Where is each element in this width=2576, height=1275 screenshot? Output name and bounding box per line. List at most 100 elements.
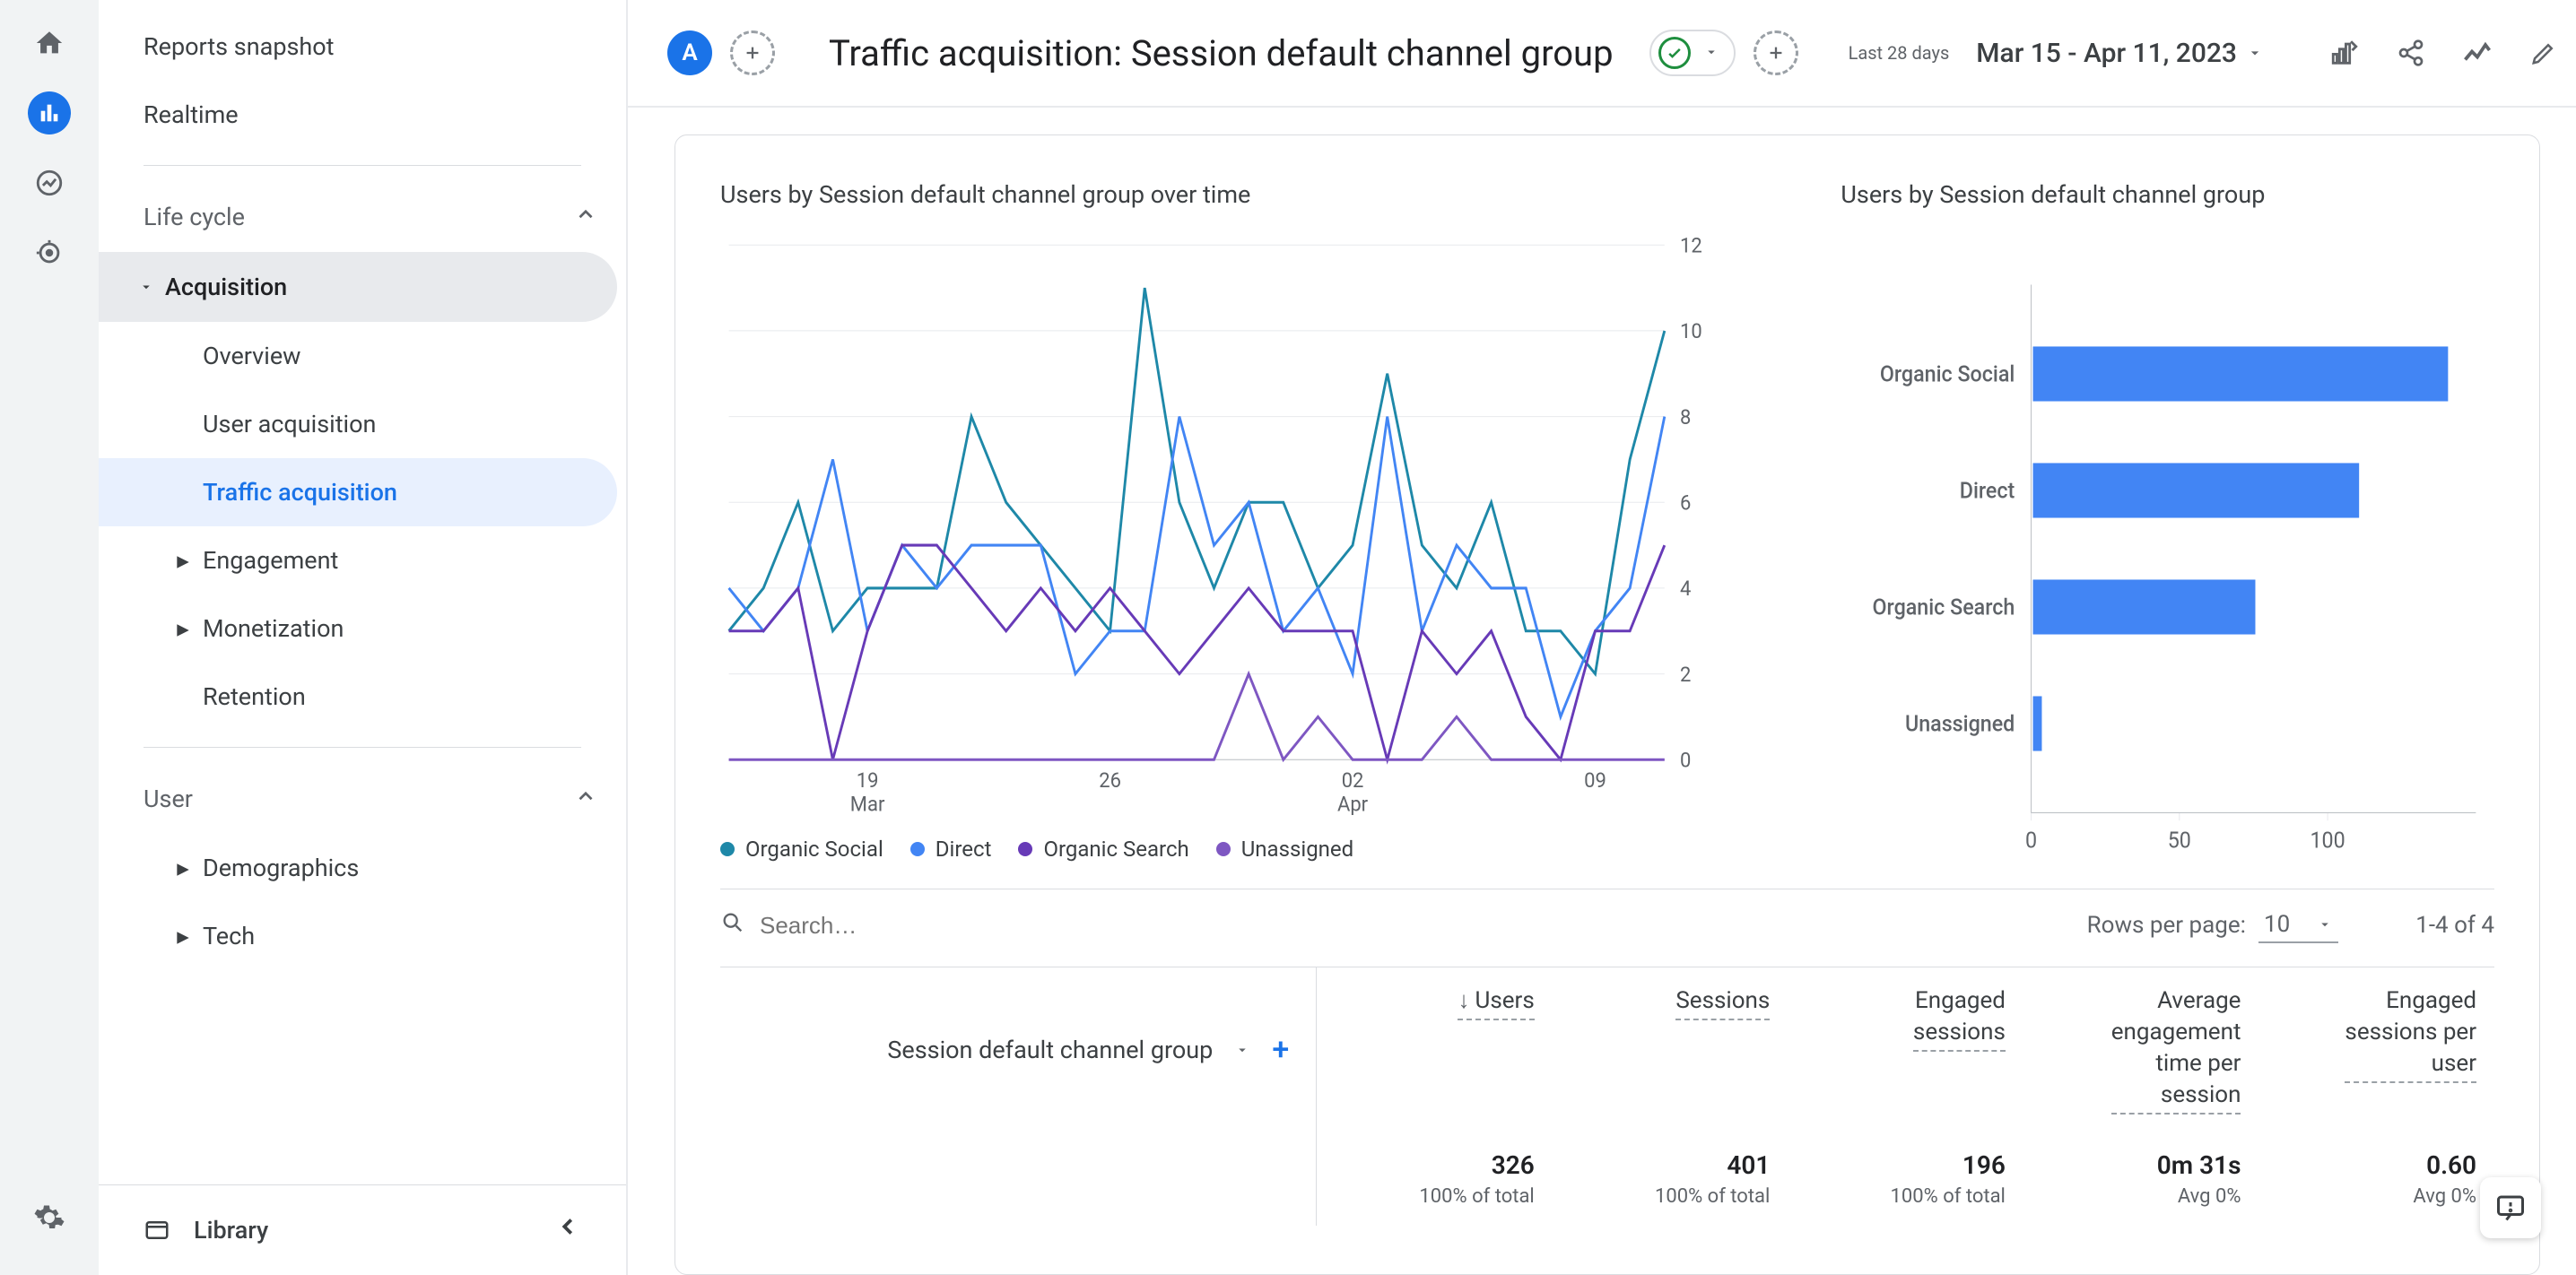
total-avg-engagement: 0m 31s (2157, 1150, 2241, 1180)
main: A Traffic acquisition: Session default c… (628, 0, 2576, 1275)
chevron-down-icon (2317, 916, 2333, 932)
svg-text:12: 12 (1680, 236, 1702, 258)
legend-organic-search[interactable]: Organic Search (1018, 837, 1188, 862)
add-filter-button[interactable] (1754, 30, 1798, 75)
line-chart[interactable]: 02468101219Mar2602Apr09 (720, 236, 1733, 824)
date-range-picker[interactable]: Mar 15 - Apr 11, 2023 (1976, 38, 2264, 69)
sidebar-group-life-cycle[interactable]: Life cycle (99, 182, 626, 252)
svg-text:Mar: Mar (850, 792, 885, 817)
dimension-column-header[interactable]: Session default channel group + (720, 967, 1317, 1132)
sidebar-item-traffic-acquisition[interactable]: Traffic acquisition (99, 458, 617, 526)
sidebar-item-label: Engagement (203, 546, 338, 575)
column-header-avg-engagement[interactable]: Averageengagementtime persession (2023, 967, 2259, 1132)
status-pill[interactable] (1649, 30, 1736, 76)
report-card: Users by Session default channel group o… (674, 134, 2540, 1275)
search-icon[interactable] (720, 910, 745, 941)
table-search-input[interactable] (760, 912, 2073, 940)
sidebar-item-retention[interactable]: Retention (99, 663, 617, 731)
sidebar-item-user-acquisition[interactable]: User acquisition (99, 390, 617, 458)
chevron-right-icon: ▸ (174, 854, 192, 882)
add-comparison-button[interactable] (730, 30, 775, 75)
sidebar-item-reports-snapshot[interactable]: Reports snapshot (99, 13, 626, 81)
legend-organic-social[interactable]: Organic Social (720, 837, 883, 862)
column-header-engaged-sessions[interactable]: Engagedsessions (1788, 967, 2023, 1132)
sidebar-item-library[interactable]: Library (144, 1216, 268, 1245)
svg-text:50: 50 (2168, 828, 2191, 854)
total-engaged-per-user: 0.60 (2426, 1150, 2476, 1180)
svg-text:6: 6 (1680, 490, 1691, 516)
add-dimension-icon[interactable]: + (1272, 1032, 1289, 1068)
chevron-right-icon: ▸ (174, 546, 192, 575)
edit-icon[interactable] (2526, 35, 2562, 71)
sidebar-item-demographics[interactable]: ▸ Demographics (99, 834, 617, 902)
rows-per-page-label: Rows per page: (2087, 912, 2246, 939)
date-preset-label: Last 28 days (1849, 42, 1950, 64)
sidebar-item-overview[interactable]: Overview (99, 322, 617, 390)
legend-unassigned[interactable]: Unassigned (1216, 837, 1353, 862)
total-engaged: 196 (1962, 1150, 2006, 1180)
svg-text:100: 100 (2311, 828, 2345, 854)
svg-text:26: 26 (1099, 768, 1121, 793)
svg-text:4: 4 (1680, 576, 1692, 601)
column-header-engaged-per-user[interactable]: Engagedsessions peruser (2258, 967, 2494, 1132)
sidebar-item-label: Demographics (203, 854, 359, 882)
svg-text:19: 19 (857, 768, 879, 793)
sidebar-item-acquisition[interactable]: Acquisition (99, 252, 617, 322)
legend-direct[interactable]: Direct (910, 837, 992, 862)
sidebar-item-monetization[interactable]: ▸ Monetization (99, 594, 617, 663)
sidebar-group-user[interactable]: User (99, 764, 626, 834)
table-header-row: Session default channel group + ↓Users S… (720, 967, 2494, 1132)
total-sessions: 401 (1727, 1150, 1770, 1180)
column-header-sessions[interactable]: Sessions (1553, 967, 1788, 1132)
svg-text:Unassigned: Unassigned (1905, 711, 2015, 737)
sort-desc-icon: ↓ (1458, 987, 1469, 1014)
chevron-down-icon (2246, 44, 2264, 62)
chevron-right-icon: ▸ (174, 614, 192, 643)
pagination-range: 1-4 of 4 (2415, 912, 2494, 939)
sidebar-item-label: Retention (203, 682, 306, 711)
sidebar-item-engagement[interactable]: ▸ Engagement (99, 526, 617, 594)
line-chart-legend: Organic Social Direct Organic Search Una… (720, 837, 1733, 862)
svg-text:0: 0 (2025, 828, 2037, 854)
page-title: Traffic acquisition: Session default cha… (829, 32, 1614, 74)
svg-text:Direct: Direct (1960, 478, 2015, 504)
feedback-button[interactable] (2480, 1177, 2541, 1238)
svg-text:0: 0 (1680, 748, 1691, 773)
rows-per-page-select[interactable]: 10 (2258, 907, 2338, 943)
date-range-text: Mar 15 - Apr 11, 2023 (1976, 38, 2237, 69)
sidebar-item-label: Library (194, 1216, 268, 1245)
sidebar-footer: Library (99, 1184, 626, 1275)
share-icon[interactable] (2393, 35, 2429, 71)
sidebar-item-label: Monetization (203, 614, 344, 643)
chevron-right-icon: ▸ (174, 922, 192, 950)
sidebar-item-tech[interactable]: ▸ Tech (99, 902, 617, 970)
check-icon (1658, 37, 1691, 69)
bar-chart[interactable]: 050100Organic SocialDirectOrganic Search… (1841, 236, 2494, 862)
gear-icon[interactable] (28, 1196, 71, 1239)
sidebar-item-realtime[interactable]: Realtime (99, 81, 626, 149)
chevron-down-icon (1703, 39, 1719, 66)
svg-text:10: 10 (1680, 318, 1702, 343)
chevron-down-icon (1234, 1042, 1250, 1058)
sidebar-item-label: Acquisition (165, 273, 588, 301)
column-header-users[interactable]: ↓Users (1317, 967, 1553, 1132)
customize-report-icon[interactable] (2327, 35, 2363, 71)
total-users: 326 (1492, 1150, 1535, 1180)
collapse-sidebar-icon[interactable] (554, 1212, 581, 1248)
chevron-up-icon (574, 785, 597, 814)
chevron-down-icon (138, 273, 154, 301)
svg-text:8: 8 (1680, 404, 1691, 429)
explore-icon[interactable] (28, 161, 71, 204)
line-chart-title: Users by Session default channel group o… (720, 180, 1733, 209)
svg-text:2: 2 (1680, 662, 1691, 687)
home-icon[interactable] (28, 22, 71, 65)
topbar: A Traffic acquisition: Session default c… (628, 0, 2576, 108)
sidebar-group-label: Life cycle (144, 203, 245, 231)
insights-icon[interactable] (2459, 35, 2495, 71)
sidebar: Reports snapshot Realtime Life cycle Acq… (99, 0, 628, 1275)
reports-icon[interactable] (28, 91, 71, 134)
chevron-up-icon (574, 203, 597, 232)
avatar[interactable]: A (667, 30, 712, 75)
advertising-icon[interactable] (28, 231, 71, 274)
svg-text:Organic Search: Organic Search (1873, 594, 2015, 620)
